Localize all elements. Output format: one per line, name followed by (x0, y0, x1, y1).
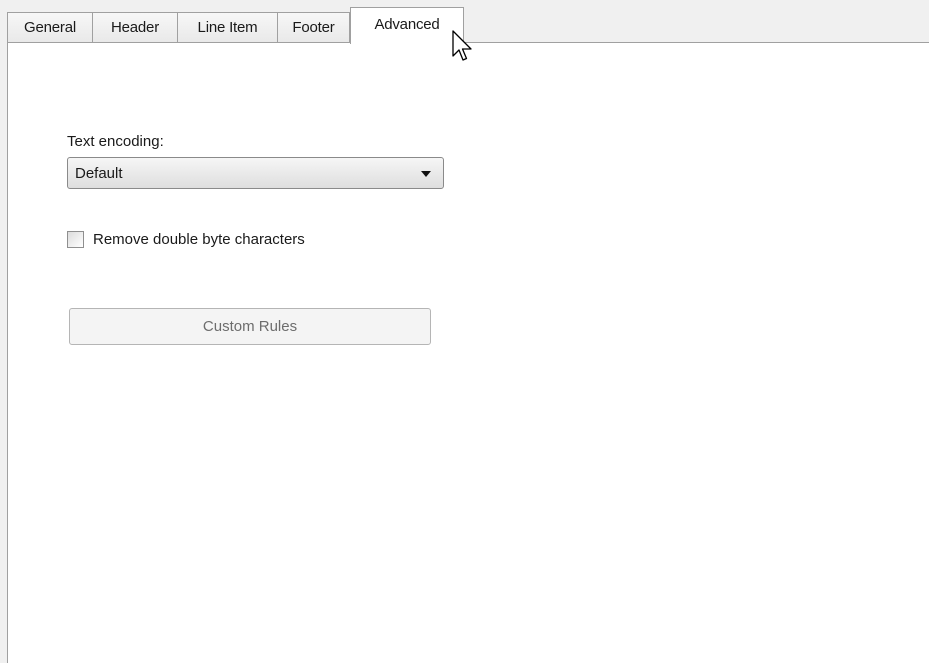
remove-double-byte-label: Remove double byte characters (93, 231, 305, 248)
custom-rules-label: Custom Rules (202, 318, 298, 335)
tab-line-item[interactable]: Line Item (177, 12, 278, 42)
tab-label: Advanced (374, 16, 440, 33)
tab-general[interactable]: General (7, 12, 93, 42)
text-encoding-label: Text encoding: (67, 133, 164, 150)
mouse-pointer-icon (452, 30, 472, 61)
tab-label: General (24, 19, 76, 36)
tab-advanced[interactable]: Advanced (350, 7, 464, 44)
dropdown-arrow-icon (421, 171, 431, 177)
remove-double-byte-checkbox[interactable] (67, 231, 84, 248)
custom-rules-button[interactable]: Custom Rules (69, 308, 431, 345)
remove-double-byte-option[interactable]: Remove double byte characters (67, 231, 305, 248)
text-encoding-dropdown[interactable]: Default (67, 157, 444, 189)
advanced-tab-panel: Text encoding: Default Remove double byt… (7, 42, 929, 663)
text-encoding-value: Default (75, 165, 123, 182)
tab-label: Line Item (197, 19, 258, 36)
tab-label: Header (111, 19, 159, 36)
tab-header[interactable]: Header (92, 12, 178, 42)
tab-label: Footer (292, 19, 335, 36)
tab-footer[interactable]: Footer (277, 12, 350, 42)
